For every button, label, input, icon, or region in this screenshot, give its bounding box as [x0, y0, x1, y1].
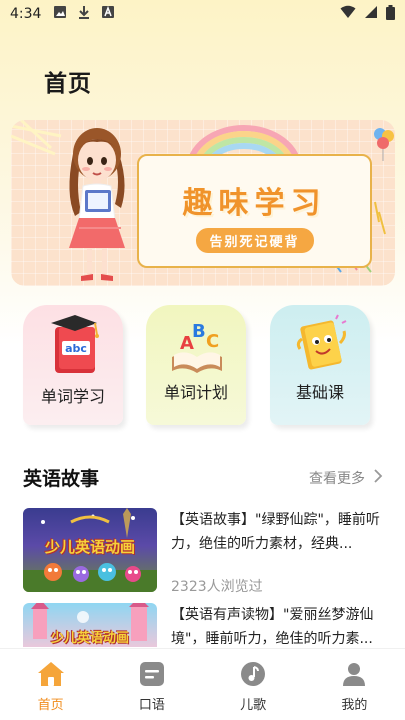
abc-book-icon: abc [51, 315, 99, 373]
tab-label: 儿歌 [240, 698, 267, 713]
tile-word-learning[interactable]: abc 单词学习 [23, 305, 123, 425]
signal-icon [364, 5, 378, 23]
story-views: 2323人浏览过 [171, 579, 263, 595]
download-icon [77, 5, 91, 23]
view-more-link[interactable]: 查看更多 [309, 468, 383, 488]
tile-label: 单词学习 [40, 387, 105, 406]
tab-mine[interactable]: 我的 [304, 649, 405, 720]
tab-speaking[interactable]: 口语 [101, 649, 202, 720]
section-title-stories: 英语故事 [23, 468, 100, 490]
battery-icon [386, 4, 395, 24]
story-thumbnail: 少儿英语动画 [23, 508, 157, 592]
home-icon [37, 661, 65, 691]
tab-label: 首页 [37, 698, 64, 713]
story-thumbnail: 少儿英语动画 [23, 603, 157, 647]
svg-text:C: C [206, 331, 219, 352]
girl-illustration [69, 128, 125, 281]
thumbnail-caption: 少儿英语动画 [50, 631, 129, 646]
book-character-icon [296, 314, 347, 370]
abc-open-book-icon: A B C [172, 321, 222, 373]
tab-home[interactable]: 首页 [0, 649, 101, 720]
banner-fun-learning[interactable]: 趣味学习 告别死记硬背 [11, 120, 395, 286]
wifi-icon [340, 5, 356, 23]
tile-label: 单词计划 [163, 383, 228, 402]
person-icon [341, 661, 367, 691]
banner-title: 趣味学习 [182, 186, 327, 221]
story-description: 【英语有声读物】"爱丽丝梦游仙境"，睡前听力，绝佳的听力素... [171, 607, 374, 647]
chevron-right-icon [373, 469, 383, 487]
feature-tiles: abc 单词学习 A B C 单词计划 基础课 [23, 305, 383, 425]
status-bar: 4:34 [0, 0, 405, 28]
thumbnail-caption: 少儿英语动画 [44, 538, 135, 556]
tile-label: 基础课 [295, 383, 344, 402]
tab-songs[interactable]: 儿歌 [203, 649, 304, 720]
story-item[interactable]: 少儿英语动画 【英语故事】"绿野仙踪"，睡前听力，绝佳的听力素材，经典... 2… [23, 508, 383, 598]
svg-text:B: B [192, 321, 206, 342]
tab-label: 口语 [138, 698, 165, 713]
font-icon [101, 5, 115, 23]
banner-subtitle: 告别死记硬背 [195, 228, 314, 253]
page-title: 首页 [44, 71, 92, 97]
tab-label: 我的 [341, 698, 368, 713]
svg-text:abc: abc [65, 342, 87, 355]
story-description: 【英语故事】"绿野仙踪"，睡前听力，绝佳的听力素材，经典... [171, 512, 380, 552]
music-note-icon [240, 661, 266, 691]
tile-basic-course[interactable]: 基础课 [270, 305, 370, 425]
tile-word-plan[interactable]: A B C 单词计划 [146, 305, 246, 425]
speech-icon [139, 661, 165, 691]
bottom-tab-bar: 首页 口语 儿歌 我的 [0, 648, 405, 720]
balloons-decoration [374, 128, 394, 161]
status-time: 4:34 [10, 6, 42, 22]
story-item[interactable]: 少儿英语动画 【英语有声读物】"爱丽丝梦游仙境"，睡前听力，绝佳的听力素... [23, 603, 383, 647]
image-icon [53, 5, 67, 23]
view-more-label: 查看更多 [309, 471, 365, 487]
banner-card: 趣味学习 告别死记硬背 [137, 154, 372, 268]
